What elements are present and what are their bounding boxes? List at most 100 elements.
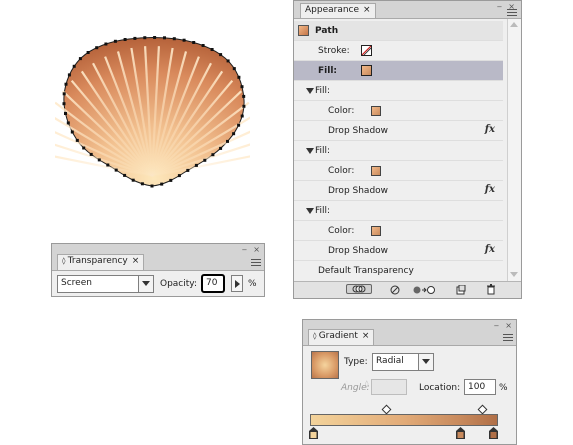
anchor-point[interactable] <box>62 102 66 106</box>
anchor-point[interactable] <box>210 48 214 51</box>
effect-row[interactable]: Drop Shadow fx <box>294 181 503 201</box>
color-swatch-icon[interactable] <box>371 106 381 116</box>
disclosure-triangle-icon[interactable] <box>306 147 314 154</box>
opacity-input[interactable]: 70 <box>201 274 225 293</box>
anchor-point[interactable] <box>72 64 76 68</box>
location-input[interactable]: 100 <box>464 379 496 395</box>
anchor-point[interactable] <box>192 41 196 44</box>
trash-icon[interactable] <box>486 284 496 295</box>
fx-icon[interactable]: fx <box>485 124 495 135</box>
gradient-type-dropdown[interactable]: Radial <box>372 353 434 371</box>
color-row[interactable]: Color: <box>294 161 503 181</box>
minimize-icon[interactable]: ‒ <box>242 246 247 254</box>
gradient-preview-swatch[interactable] <box>311 351 339 379</box>
anchor-point[interactable] <box>143 36 147 40</box>
anchor-point[interactable] <box>97 158 101 162</box>
anchor-point[interactable] <box>163 36 166 40</box>
anchor-point[interactable] <box>66 121 70 125</box>
anchor-point[interactable] <box>67 73 71 77</box>
anchor-point[interactable] <box>232 132 236 136</box>
fill-group-header[interactable]: Fill: <box>294 81 503 101</box>
scroll-up-icon[interactable] <box>510 22 518 27</box>
anchor-point[interactable] <box>219 53 223 57</box>
appearance-scrollbar[interactable] <box>507 19 521 281</box>
disclosure-triangle-icon[interactable] <box>306 207 314 214</box>
anchor-point[interactable] <box>113 39 117 43</box>
stroke-row[interactable]: Stroke: <box>294 41 503 61</box>
fill-row[interactable]: Fill: <box>294 61 503 81</box>
anchor-point[interactable] <box>242 104 246 108</box>
fx-icon[interactable]: fx <box>485 184 495 195</box>
tab-transparency[interactable]: ◊ Transparency × <box>57 254 145 270</box>
disclosure-triangle-icon[interactable] <box>306 87 314 94</box>
panel-menu-icon[interactable] <box>251 259 261 267</box>
scroll-down-icon[interactable] <box>510 272 518 277</box>
close-icon[interactable]: × <box>253 246 260 254</box>
color-swatch-icon[interactable] <box>371 226 381 236</box>
anchor-point[interactable] <box>86 51 90 54</box>
anchor-point[interactable] <box>70 130 74 134</box>
close-icon[interactable]: × <box>363 5 371 15</box>
anchor-point[interactable] <box>182 38 186 42</box>
stroke-none-swatch-icon[interactable] <box>361 45 372 56</box>
gradient-stop-icon[interactable] <box>456 427 465 439</box>
gradient-stop-icon[interactable] <box>309 427 318 439</box>
effect-row[interactable]: Drop Shadow fx <box>294 241 503 261</box>
minimize-icon[interactable]: ‒ <box>497 3 502 11</box>
anchor-point[interactable] <box>232 67 236 71</box>
color-row[interactable]: Color: <box>294 221 503 241</box>
midpoint-diamond-icon[interactable] <box>381 404 392 415</box>
anchor-point[interactable] <box>237 75 241 79</box>
anchor-point[interactable] <box>160 182 164 186</box>
anchor-point[interactable] <box>203 158 207 162</box>
tab-appearance[interactable]: Appearance × <box>300 3 376 18</box>
anchor-point[interactable] <box>240 114 244 118</box>
gradient-stop-icon[interactable] <box>489 427 498 439</box>
midpoint-diamond-icon[interactable] <box>477 404 488 415</box>
anchor-point[interactable] <box>104 42 108 46</box>
anchor-point[interactable] <box>123 38 127 41</box>
chevron-down-icon[interactable] <box>418 354 433 370</box>
anchor-point[interactable] <box>150 184 154 188</box>
anchor-point[interactable] <box>89 152 93 156</box>
anchor-point[interactable] <box>75 138 79 142</box>
fx-icon[interactable]: fx <box>485 244 495 255</box>
anchor-point[interactable] <box>177 174 181 178</box>
panel-menu-icon[interactable] <box>503 334 513 342</box>
anchor-point[interactable] <box>211 153 215 157</box>
opacity-slider-button[interactable] <box>231 275 243 292</box>
close-icon[interactable]: × <box>362 331 370 341</box>
anchor-point[interactable] <box>172 37 176 41</box>
anchor-point[interactable] <box>82 146 86 150</box>
panel-menu-icon[interactable] <box>507 9 517 17</box>
color-swatch-icon[interactable] <box>371 166 381 176</box>
show-thumbnail-icon[interactable] <box>346 284 372 294</box>
reduce-to-basic-icon[interactable] <box>413 285 435 295</box>
fill-group-header[interactable]: Fill: <box>294 201 503 221</box>
anchor-point[interactable] <box>114 168 118 172</box>
anchor-point[interactable] <box>64 82 68 86</box>
anchor-point[interactable] <box>153 36 157 39</box>
anchor-point[interactable] <box>240 85 244 89</box>
duplicate-item-icon[interactable] <box>456 285 466 295</box>
effect-row[interactable]: Drop Shadow fx <box>294 121 503 141</box>
anchor-point[interactable] <box>133 36 137 40</box>
anchor-point[interactable] <box>201 44 205 47</box>
fill-swatch-icon[interactable] <box>361 65 372 76</box>
color-row[interactable]: Color: <box>294 101 503 121</box>
anchor-point[interactable] <box>219 146 223 150</box>
anchor-point[interactable] <box>62 92 66 96</box>
close-icon[interactable]: × <box>505 322 512 330</box>
close-icon[interactable]: × <box>132 256 140 266</box>
anchor-point[interactable] <box>194 163 198 167</box>
anchor-point[interactable] <box>131 178 135 182</box>
anchor-point[interactable] <box>169 178 173 182</box>
anchor-point[interactable] <box>106 163 110 167</box>
anchor-point[interactable] <box>237 123 241 127</box>
anchor-point[interactable] <box>186 168 190 172</box>
clear-appearance-icon[interactable] <box>390 285 400 295</box>
gradient-ramp[interactable] <box>310 414 498 426</box>
anchor-point[interactable] <box>242 94 246 98</box>
chevron-down-icon[interactable] <box>138 276 153 292</box>
default-transparency-row[interactable]: Default Transparency <box>294 261 503 281</box>
